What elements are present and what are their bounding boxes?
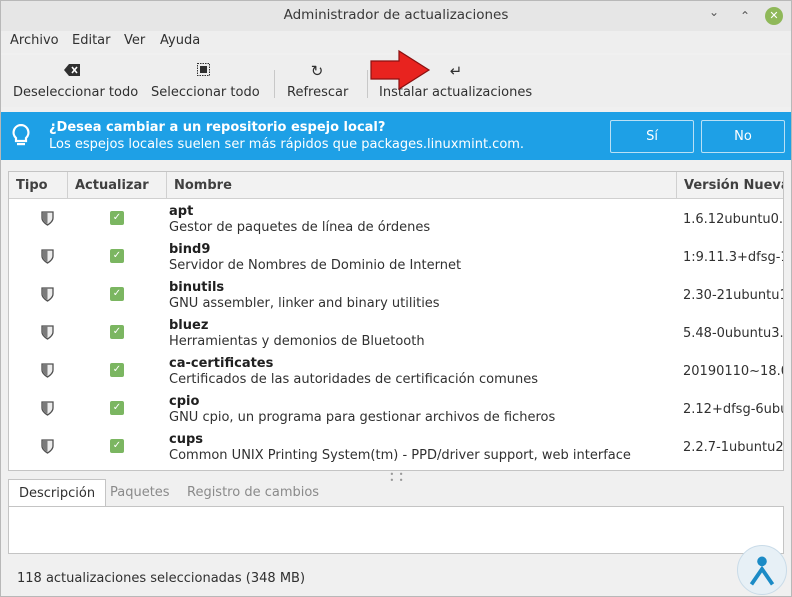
update-checkbox[interactable]: ✓ xyxy=(110,401,124,415)
red-arrow-icon xyxy=(370,49,431,91)
tab-paquetes[interactable]: Paquetes xyxy=(100,479,180,507)
backspace-icon xyxy=(13,61,131,81)
package-description: Common UNIX Printing System(tm) - PPD/dr… xyxy=(169,448,631,463)
package-description: Certificados de las autoridades de certi… xyxy=(169,372,538,387)
pane-resize-handle[interactable]: • • • • xyxy=(385,471,409,485)
details-tabs: Descripción Paquetes Registro de cambios xyxy=(8,479,784,507)
select-all-icon xyxy=(151,61,255,81)
deselect-all-button[interactable]: Deseleccionar todo xyxy=(13,61,138,105)
watermark-logo xyxy=(737,545,787,595)
package-version: 2.12+dfsg-6ubu xyxy=(683,402,784,417)
menu-editar[interactable]: Editar xyxy=(72,33,111,48)
update-checkbox[interactable]: ✓ xyxy=(110,325,124,339)
refresh-icon: ↻ xyxy=(310,62,324,80)
security-shield-icon xyxy=(41,363,54,378)
title-bar[interactable]: Administrador de actualizaciones ⌄ ⌃ ✕ xyxy=(1,1,791,31)
package-version: 2.2.7-1ubuntu2.8 xyxy=(683,440,784,455)
package-description: Herramientas y demonios de Bluetooth xyxy=(169,334,425,349)
package-name: bind9 xyxy=(169,242,211,257)
update-checkbox[interactable]: ✓ xyxy=(110,363,124,377)
window-title: Administrador de actualizaciones xyxy=(283,7,509,23)
no-button[interactable]: No xyxy=(701,120,785,153)
package-description: Gestor de paquetes de línea de órdenes xyxy=(169,220,431,235)
table-row[interactable]: ✓ cups Common UNIX Printing System(tm) - P… xyxy=(9,428,784,466)
table-row[interactable]: ✓ apt Gestor de paquetes de línea de órden… xyxy=(9,200,784,238)
update-checkbox[interactable]: ✓ xyxy=(110,249,124,263)
toolbar-separator xyxy=(274,70,275,98)
lightbulb-icon xyxy=(12,124,30,146)
menu-archivo[interactable]: Archivo xyxy=(10,33,59,48)
package-name: cups xyxy=(169,432,204,447)
security-shield-icon xyxy=(41,401,54,416)
maximize-icon[interactable]: ⌃ xyxy=(736,7,754,25)
menu-ver[interactable]: Ver xyxy=(124,33,145,48)
package-name: bluez xyxy=(169,318,209,333)
update-manager-window: Administrador de actualizaciones ⌄ ⌃ ✕ A… xyxy=(0,0,792,597)
updates-table: Tipo Actualizar Nombre Versión Nueva ✓ ap… xyxy=(8,171,784,471)
security-shield-icon xyxy=(41,211,54,226)
update-checkbox[interactable]: ✓ xyxy=(110,211,124,225)
security-shield-icon xyxy=(41,439,54,454)
description-panel xyxy=(8,506,784,554)
package-name: cpio xyxy=(169,394,200,409)
package-version: 20190110~18.04 xyxy=(683,364,783,379)
table-row[interactable]: ✓ binutils GNU assembler, linker and binar… xyxy=(9,276,783,314)
column-header-actualizar[interactable]: Actualizar xyxy=(68,172,167,199)
column-header-nombre[interactable]: Nombre xyxy=(167,172,677,199)
update-checkbox[interactable]: ✓ xyxy=(110,287,124,301)
column-header-tipo[interactable]: Tipo xyxy=(9,172,68,199)
toolbar-separator xyxy=(367,70,368,98)
banner-subtitle: Los espejos locales suelen ser más rápid… xyxy=(49,137,525,152)
close-icon[interactable]: ✕ xyxy=(765,7,783,25)
security-shield-icon xyxy=(41,325,54,340)
package-name: ca-certificates xyxy=(169,356,274,371)
refresh-button[interactable]: ↻ Refrescar xyxy=(287,61,348,105)
banner-title: ¿Desea cambiar a un repositorio espejo l… xyxy=(49,120,386,135)
security-shield-icon xyxy=(41,287,54,302)
package-version: 1:9.11.3+dfsg-1u xyxy=(683,250,783,265)
package-name: binutils xyxy=(169,280,225,295)
tab-descripcion[interactable]: Descripción xyxy=(8,479,107,507)
package-version: 2.30-21ubuntu1~ xyxy=(683,288,783,303)
tab-registro-cambios[interactable]: Registro de cambios xyxy=(177,479,329,507)
package-description: GNU assembler, linker and binary utiliti… xyxy=(169,296,440,311)
security-shield-icon xyxy=(41,249,54,264)
minimize-icon[interactable]: ⌄ xyxy=(705,3,723,21)
update-checkbox[interactable]: ✓ xyxy=(110,439,124,453)
yes-button[interactable]: Sí xyxy=(610,120,694,153)
select-all-button[interactable]: Seleccionar todo xyxy=(151,61,260,105)
package-description: GNU cpio, un programa para gestionar arc… xyxy=(169,410,556,425)
table-row[interactable]: ✓ ca-certificates Certificados de las auto… xyxy=(9,352,783,390)
menu-ayuda[interactable]: Ayuda xyxy=(160,33,200,48)
package-description: Servidor de Nombres de Dominio de Intern… xyxy=(169,258,462,273)
table-row[interactable]: ✓ bluez Herramientas y demonios de Bluetoo… xyxy=(9,314,784,352)
column-header-version[interactable]: Versión Nueva xyxy=(677,172,783,199)
package-version: 5.48-0ubuntu3.4 xyxy=(683,326,784,341)
status-text: 118 actualizaciones seleccionadas (348 M… xyxy=(17,571,306,586)
table-row[interactable]: ✓ cpio GNU cpio, un programa para gestiona… xyxy=(9,390,784,428)
package-name: apt xyxy=(169,204,194,219)
table-header: Tipo Actualizar Nombre Versión Nueva xyxy=(9,172,783,199)
table-row[interactable]: ✓ bind9 Servidor de Nombres de Dominio de … xyxy=(9,238,783,276)
package-version: 1.6.12ubuntu0.1 xyxy=(683,212,784,227)
mirror-banner: ¿Desea cambiar a un repositorio espejo l… xyxy=(1,112,791,160)
